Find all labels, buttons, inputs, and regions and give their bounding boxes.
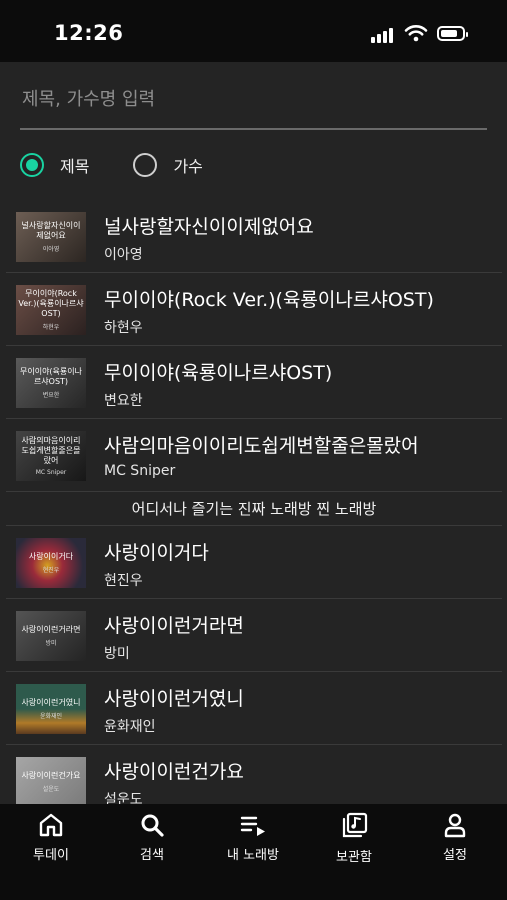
thumbnail-artist: 윤화재인 <box>39 713 63 720</box>
tab-library-label: 보관함 <box>336 850 372 865</box>
thumbnail-title: 사람의마음이이리도쉽게변할줄은몰랐어 <box>21 436 81 465</box>
thumbnail-artist: 하현우 <box>42 324 60 331</box>
tab-search-label: 검색 <box>140 848 164 863</box>
song-title: 사랑이이런건가요 <box>104 761 244 783</box>
thumbnail-artist: 방미 <box>45 640 57 647</box>
thumbnail-title: 사랑이이거다 <box>28 552 74 561</box>
song-title: 널사랑할자신이이제없어요 <box>104 216 314 238</box>
status-time: 12:26 <box>54 21 124 45</box>
thumbnail-artist: 설운도 <box>42 786 60 793</box>
tab-library[interactable]: 보관함 <box>304 812 404 865</box>
playlist-icon <box>240 816 265 836</box>
song-title: 무이이야(육룡이나르샤OST) <box>104 362 333 384</box>
song-artist: 하현우 <box>104 320 143 336</box>
search-results: 널사랑할자신이이제없어요 이아영 널사랑할자신이이제없어요 이아영 무이이야(R… <box>6 200 502 818</box>
album-thumbnail: 사랑이이런건가요 설운도 <box>16 757 86 807</box>
library-icon <box>342 812 368 838</box>
thumbnail-artist: MC Sniper <box>35 469 67 476</box>
album-thumbnail: 사랑이이런거라면 방미 <box>16 611 86 661</box>
song-row[interactable]: 무이이야(육룡이나르샤OST) 변요한 무이이야(육룡이나르샤OST) 변요한 <box>6 346 502 419</box>
filter-title-option[interactable]: 제목 <box>20 153 89 177</box>
home-icon <box>39 813 63 837</box>
battery-level <box>441 30 457 37</box>
wifi-icon <box>404 25 428 42</box>
tab-my-karaoke-label: 내 노래방 <box>227 848 279 863</box>
status-bar: 12:26 <box>0 0 507 62</box>
album-thumbnail: 널사랑할자신이이제없어요 이아영 <box>16 212 86 262</box>
cellular-signal-icon <box>371 27 397 43</box>
thumbnail-title: 사랑이이런거였니 <box>21 698 81 707</box>
album-thumbnail: 사랑이이거다 현진우 <box>16 538 86 588</box>
filter-artist-label: 가수 <box>173 157 203 176</box>
song-row[interactable]: 무이이야(Rock Ver.)(육룡이나르샤OST) 하현우 무이이야(Rock… <box>6 273 502 346</box>
album-thumbnail: 사람의마음이이리도쉽게변할줄은몰랐어 MC Sniper <box>16 431 86 481</box>
radio-unchecked-icon[interactable] <box>133 153 158 177</box>
tab-settings-label: 설정 <box>443 848 467 863</box>
battery-icon <box>437 26 468 41</box>
thumbnail-artist: 현진우 <box>42 567 60 574</box>
search-filter: 제목 가수 <box>20 150 247 180</box>
song-title: 사랑이이거다 <box>104 542 209 564</box>
tab-my-karaoke[interactable]: 내 노래방 <box>203 812 303 863</box>
song-artist: 방미 <box>104 646 130 662</box>
tab-search[interactable]: 검색 <box>102 812 202 863</box>
album-thumbnail: 무이이야(Rock Ver.)(육룡이나르샤OST) 하현우 <box>16 285 86 335</box>
tab-settings[interactable]: 설정 <box>405 812 505 863</box>
search-icon <box>141 814 164 837</box>
promo-banner[interactable]: 어디서나 즐기는 진짜 노래방 찐 노래방 <box>6 492 502 526</box>
song-row[interactable]: 사람의마음이이리도쉽게변할줄은몰랐어 MC Sniper 사람의마음이이리도쉽게… <box>6 419 502 492</box>
song-artist: MC Sniper <box>104 463 176 479</box>
promo-banner-text: 어디서나 즐기는 진짜 노래방 찐 노래방 <box>131 500 377 518</box>
song-row[interactable]: 사랑이이런거였니 윤화재인 사랑이이런거였니 윤화재인 <box>6 672 502 745</box>
thumbnail-title: 널사랑할자신이이제없어요 <box>21 221 81 240</box>
song-artist: 변요한 <box>104 393 143 409</box>
filter-title-label: 제목 <box>60 157 90 176</box>
song-title: 무이이야(Rock Ver.)(육룡이나르샤OST) <box>104 289 434 311</box>
album-thumbnail: 사랑이이런거였니 윤화재인 <box>16 684 86 734</box>
radio-checked-icon[interactable] <box>20 153 44 177</box>
thumbnail-artist: 이아영 <box>42 246 60 253</box>
person-icon <box>444 813 466 838</box>
song-row[interactable]: 널사랑할자신이이제없어요 이아영 널사랑할자신이이제없어요 이아영 <box>6 200 502 273</box>
song-row[interactable]: 사랑이이거다 현진우 사랑이이거다 현진우 <box>6 526 502 599</box>
album-thumbnail: 무이이야(육룡이나르샤OST) 변요한 <box>16 358 86 408</box>
thumbnail-title: 사랑이이런거라면 <box>21 625 81 634</box>
filter-artist-option[interactable]: 가수 <box>133 153 203 177</box>
song-artist: 이아영 <box>104 247 143 263</box>
thumbnail-title: 무이이야(Rock Ver.)(육룡이나르샤OST) <box>18 289 84 318</box>
song-title: 사랑이이런거라면 <box>104 615 244 637</box>
song-artist: 윤화재인 <box>104 719 156 735</box>
bottom-tab-bar: 투데이 검색 내 노래방 보관함 설정 <box>0 804 507 900</box>
song-title: 사람의마음이이리도쉽게변할줄은몰랐어 <box>104 435 419 457</box>
thumbnail-title: 무이이야(육룡이나르샤OST) <box>19 367 82 386</box>
tab-today-label: 투데이 <box>33 848 69 863</box>
thumbnail-artist: 변요한 <box>42 392 60 399</box>
search-input[interactable] <box>20 78 487 130</box>
song-row[interactable]: 사랑이이런거라면 방미 사랑이이런거라면 방미 <box>6 599 502 672</box>
song-artist: 현진우 <box>104 573 143 589</box>
thumbnail-title: 사랑이이런건가요 <box>21 771 81 780</box>
tab-today[interactable]: 투데이 <box>1 812 101 863</box>
song-title: 사랑이이런거였니 <box>104 688 244 710</box>
